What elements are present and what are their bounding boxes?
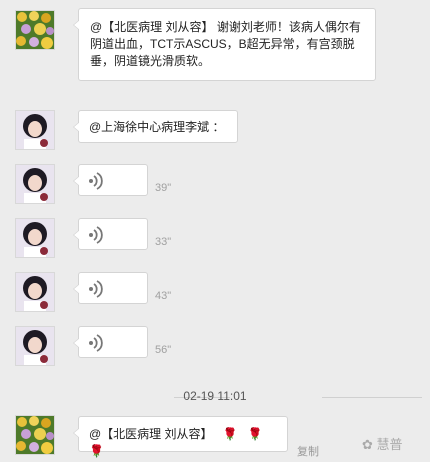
voice-message-button[interactable] [73, 218, 148, 250]
avatar-user[interactable] [15, 110, 55, 150]
avatar-user[interactable] [15, 218, 55, 258]
watermark-logo: ✿ 慧普 [362, 437, 403, 452]
voice-wave-icon [88, 172, 104, 195]
message-bubble-reply[interactable]: @【北医病理 刘从容】 谢谢刘老师！该病人偶尔有阴道出血，TCT示ASCUS，B… [73, 8, 376, 81]
voice-duration: 43" [155, 290, 172, 302]
timestamp-divider [322, 397, 422, 398]
avatar-user[interactable] [15, 164, 55, 204]
voice-wave-icon [88, 280, 104, 303]
message-text: @【北医病理 刘从容】 [89, 427, 213, 441]
mention-text: @上海徐中心病理李斌 ： [89, 120, 225, 134]
message-bubble-mention[interactable]: @上海徐中心病理李斌 ： [73, 110, 238, 143]
message-bubble-last[interactable]: @【北医病理 刘从容】 🌹🌹🌹 [73, 416, 288, 458]
message-text: @【北医病理 刘从容】 谢谢刘老师！该病人偶尔有阴道出血，TCT示ASCUS，B… [90, 20, 361, 68]
message-timestamp: 02-19 11:01 [183, 389, 247, 403]
voice-message-button[interactable] [73, 326, 148, 358]
voice-wave-icon [88, 226, 104, 249]
voice-message-button[interactable] [73, 272, 148, 304]
voice-duration: 56" [155, 344, 172, 356]
voice-message-button[interactable] [73, 164, 148, 196]
avatar-flowers[interactable] [15, 415, 55, 455]
avatar-user[interactable] [15, 326, 55, 366]
avatar-flowers[interactable] [15, 10, 55, 50]
voice-duration: 33" [155, 236, 172, 248]
copy-button[interactable]: 复制 [297, 443, 319, 459]
avatar-user[interactable] [15, 272, 55, 312]
voice-duration: 39" [155, 182, 172, 194]
voice-wave-icon [88, 334, 104, 357]
